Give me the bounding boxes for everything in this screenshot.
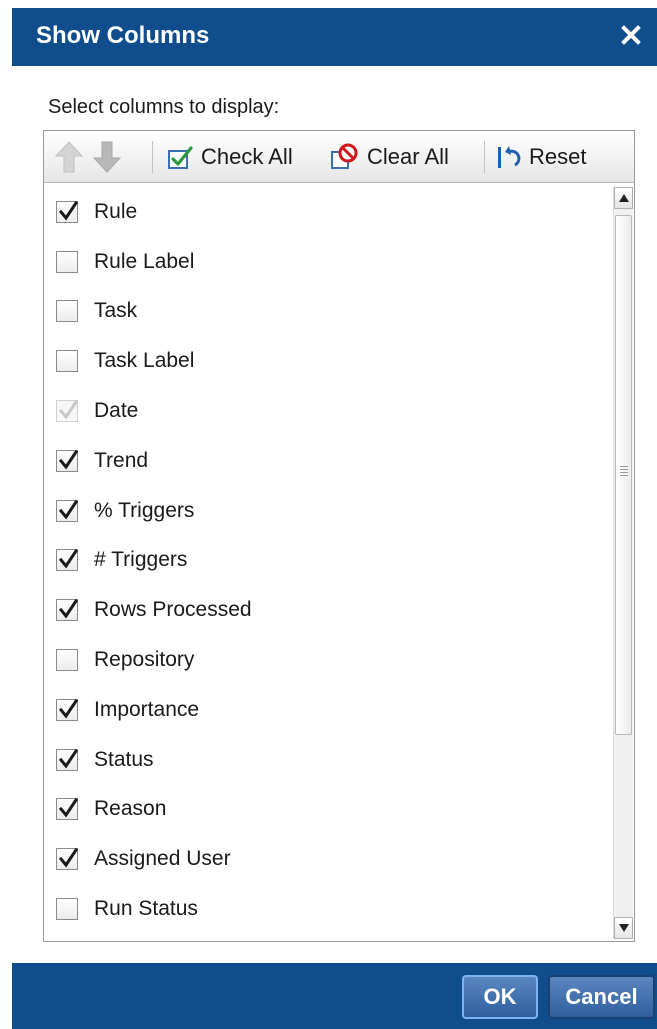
column-checkbox[interactable] — [56, 200, 78, 223]
column-label: Rule Label — [94, 249, 195, 273]
clear-all-button[interactable]: Clear All — [330, 139, 449, 175]
column-checkbox[interactable] — [56, 350, 78, 373]
reset-label: Reset — [529, 144, 587, 169]
cancel-button[interactable]: Cancel — [548, 975, 655, 1019]
column-option[interactable]: Rows Processed — [47, 585, 613, 635]
column-label: Reason — [94, 797, 167, 821]
column-label: Task Label — [94, 349, 195, 373]
triangle-up-icon — [618, 194, 629, 202]
column-checkbox[interactable] — [56, 599, 78, 622]
arrow-up-icon — [54, 141, 84, 173]
triangle-down-icon — [618, 924, 629, 932]
column-option[interactable]: Reason — [47, 785, 613, 835]
column-option[interactable]: Trend — [47, 436, 613, 486]
column-checkbox[interactable] — [56, 250, 78, 273]
column-checkbox[interactable] — [56, 499, 78, 522]
column-checkbox[interactable] — [56, 748, 78, 771]
column-label: Repository — [94, 648, 195, 672]
column-option[interactable]: Date — [47, 386, 613, 436]
column-checkbox[interactable] — [56, 300, 78, 323]
toolbar-separator — [152, 141, 153, 173]
clear-all-label: Clear All — [367, 144, 449, 169]
column-label: Run Status — [94, 897, 198, 921]
column-option[interactable]: Assigned User — [47, 834, 613, 884]
columns-toolbar: Check All Clear All Reset — [44, 131, 634, 183]
column-option[interactable]: Rule Label — [47, 237, 613, 287]
checkmark-icon — [58, 848, 78, 868]
column-label: Trend — [94, 448, 149, 472]
grip-icon — [620, 466, 628, 478]
column-option[interactable]: Importance — [47, 685, 613, 735]
toolbar-separator — [484, 141, 485, 173]
reset-button[interactable]: Reset — [496, 139, 586, 175]
column-option[interactable]: Status — [47, 735, 613, 785]
checkmark-icon — [58, 748, 78, 769]
column-label: Date — [94, 399, 139, 423]
columns-panel: Check All Clear All Reset Rule Rule Labe… — [43, 130, 635, 942]
close-icon — [621, 25, 641, 45]
column-label: % Triggers — [94, 498, 195, 522]
column-option[interactable]: Repository — [47, 635, 613, 685]
check-all-icon — [168, 146, 193, 169]
column-option[interactable]: Task — [47, 287, 613, 337]
check-all-button[interactable]: Check All — [166, 139, 293, 175]
column-label: Assigned User — [94, 847, 231, 871]
dialog-body: Select columns to display: Check All Cle… — [12, 66, 657, 963]
column-checkbox — [56, 399, 78, 423]
checkmark-icon — [58, 499, 78, 520]
column-option[interactable]: Task Label — [47, 336, 613, 386]
column-list: Rule Rule Label Task Task Label Date Trend % T… — [47, 187, 613, 937]
reset-icon — [498, 146, 521, 168]
scroll-thumb[interactable] — [615, 215, 632, 735]
column-checkbox[interactable] — [56, 549, 78, 572]
dialog-footer: OK Cancel — [12, 963, 657, 1029]
dialog-title: Show Columns — [36, 22, 210, 49]
move-down-button[interactable] — [92, 139, 122, 175]
close-button[interactable] — [615, 18, 647, 52]
scroll-up-button[interactable] — [614, 187, 633, 209]
arrow-down-icon — [92, 141, 122, 173]
dialog-titlebar[interactable]: Show Columns — [12, 8, 657, 66]
checkmark-icon — [58, 399, 78, 420]
column-checkbox[interactable] — [56, 449, 78, 472]
checkmark-icon — [58, 599, 78, 619]
column-option[interactable]: Rule — [47, 187, 613, 237]
column-checkbox[interactable] — [56, 649, 78, 672]
column-option[interactable]: % Triggers — [47, 486, 613, 536]
column-option[interactable]: Run Status — [47, 884, 613, 934]
column-checkbox[interactable] — [56, 798, 78, 821]
column-label: Rows Processed — [94, 598, 252, 622]
checkmark-icon — [58, 549, 78, 569]
column-label: Importance — [94, 697, 200, 721]
move-up-button[interactable] — [54, 139, 84, 175]
checkmark-icon — [58, 200, 78, 221]
column-list-scrollbar[interactable] — [613, 187, 633, 939]
show-columns-dialog: Show Columns Select columns to display: — [12, 8, 657, 1029]
column-option[interactable]: # Triggers — [47, 536, 613, 586]
column-checkbox[interactable] — [56, 848, 78, 871]
column-label: Status — [94, 747, 154, 771]
column-checkbox[interactable] — [56, 898, 78, 921]
scroll-down-button[interactable] — [614, 917, 633, 939]
checkmark-icon — [58, 449, 78, 470]
checkmark-icon — [58, 698, 78, 719]
column-label: Rule — [94, 199, 138, 223]
column-label: Task — [94, 299, 138, 323]
dialog-prompt: Select columns to display: — [48, 96, 280, 118]
column-label: # Triggers — [94, 548, 188, 572]
checkmark-icon — [58, 798, 78, 818]
check-all-label: Check All — [201, 144, 293, 169]
column-checkbox[interactable] — [56, 698, 78, 721]
ok-button[interactable]: OK — [462, 975, 538, 1019]
clear-all-icon — [331, 143, 358, 169]
